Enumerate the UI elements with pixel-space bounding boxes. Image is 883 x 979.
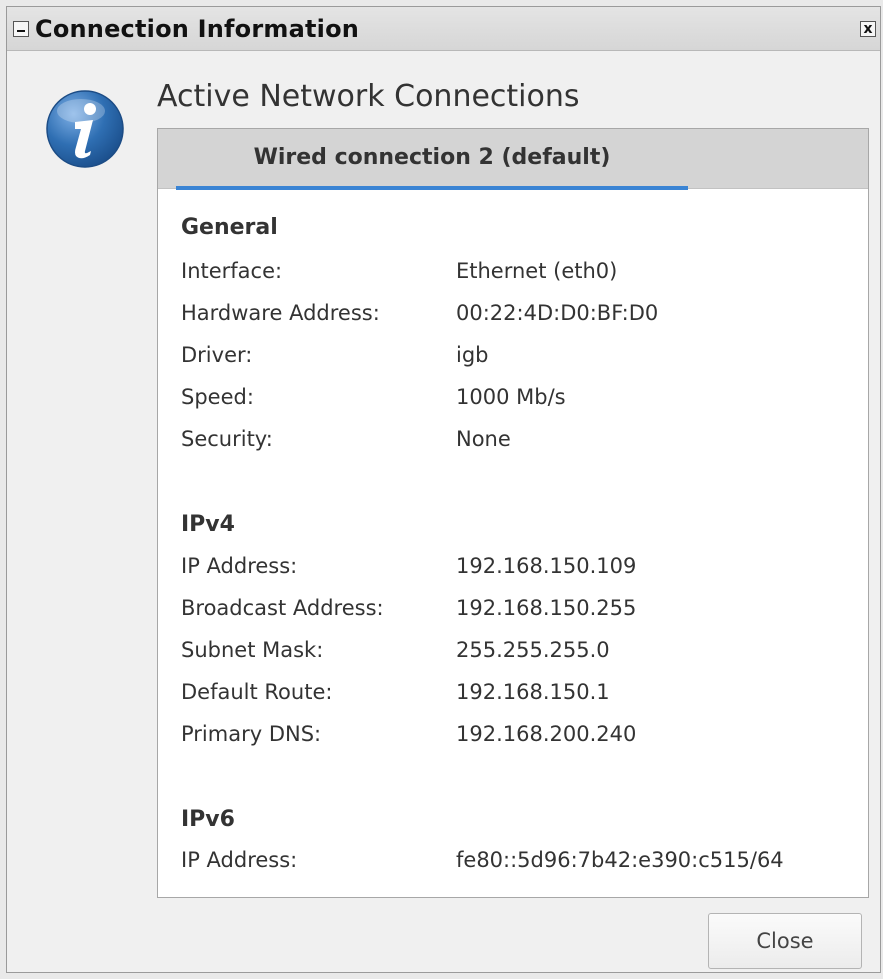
info-row: Hardware Address: 00:22:4D:D0:BF:D0 bbox=[181, 301, 861, 331]
tab-wired-connection-2[interactable]: Wired connection 2 (default) bbox=[176, 129, 688, 190]
info-row: Subnet Mask: 255.255.255.0 bbox=[181, 638, 861, 668]
tab-active-indicator bbox=[176, 186, 688, 190]
info-row: Interface: Ethernet (eth0) bbox=[181, 259, 861, 289]
row-label: Interface: bbox=[181, 259, 283, 283]
row-label: Driver: bbox=[181, 343, 253, 367]
info-row: Security: None bbox=[181, 427, 861, 457]
row-value: 00:22:4D:D0:BF:D0 bbox=[456, 301, 659, 325]
close-button[interactable]: Close bbox=[708, 913, 862, 969]
close-icon[interactable]: x bbox=[860, 21, 876, 37]
section-title-general: General bbox=[181, 215, 278, 240]
row-value: igb bbox=[456, 343, 489, 367]
row-value: None bbox=[456, 427, 511, 451]
info-row: Broadcast Address: 192.168.150.255 bbox=[181, 596, 861, 626]
tab-label: Wired connection 2 (default) bbox=[253, 145, 611, 170]
info-icon bbox=[46, 90, 124, 168]
connection-information-dialog: Connection Information x Active Network … bbox=[6, 6, 881, 973]
info-row: Primary DNS: 192.168.200.240 bbox=[181, 722, 861, 752]
tab-bar: Wired connection 2 (default) bbox=[158, 129, 868, 190]
row-value: fe80::5d96:7b42:e390:c515/64 bbox=[456, 848, 784, 872]
info-row: IP Address: 192.168.150.109 bbox=[181, 554, 861, 584]
row-value: 192.168.150.255 bbox=[456, 596, 637, 620]
row-value: Ethernet (eth0) bbox=[456, 259, 618, 283]
row-label: Primary DNS: bbox=[181, 722, 322, 746]
window-title: Connection Information bbox=[35, 15, 360, 43]
info-row: Driver: igb bbox=[181, 343, 861, 373]
row-value: 1000 Mb/s bbox=[456, 385, 566, 409]
row-value: 255.255.255.0 bbox=[456, 638, 610, 662]
info-row: Default Route: 192.168.150.1 bbox=[181, 680, 861, 710]
row-label: IP Address: bbox=[181, 554, 298, 578]
section-title-ipv4: IPv4 bbox=[181, 512, 235, 537]
row-value: 192.168.150.1 bbox=[456, 680, 610, 704]
row-label: Subnet Mask: bbox=[181, 638, 324, 662]
row-label: Broadcast Address: bbox=[181, 596, 384, 620]
info-row: IP Address: fe80::5d96:7b42:e390:c515/64 bbox=[181, 848, 861, 878]
page-title: Active Network Connections bbox=[157, 79, 580, 114]
title-bar: Connection Information x bbox=[7, 7, 880, 51]
row-label: Hardware Address: bbox=[181, 301, 380, 325]
section-title-ipv6: IPv6 bbox=[181, 807, 235, 832]
row-value: 192.168.150.109 bbox=[456, 554, 637, 578]
row-value: 192.168.200.240 bbox=[456, 722, 637, 746]
row-label: IP Address: bbox=[181, 848, 298, 872]
connection-panel: Wired connection 2 (default) General Int… bbox=[157, 128, 869, 898]
row-label: Security: bbox=[181, 427, 273, 451]
minimize-icon[interactable] bbox=[13, 21, 29, 37]
row-label: Default Route: bbox=[181, 680, 333, 704]
row-label: Speed: bbox=[181, 385, 254, 409]
info-row: Speed: 1000 Mb/s bbox=[181, 385, 861, 415]
